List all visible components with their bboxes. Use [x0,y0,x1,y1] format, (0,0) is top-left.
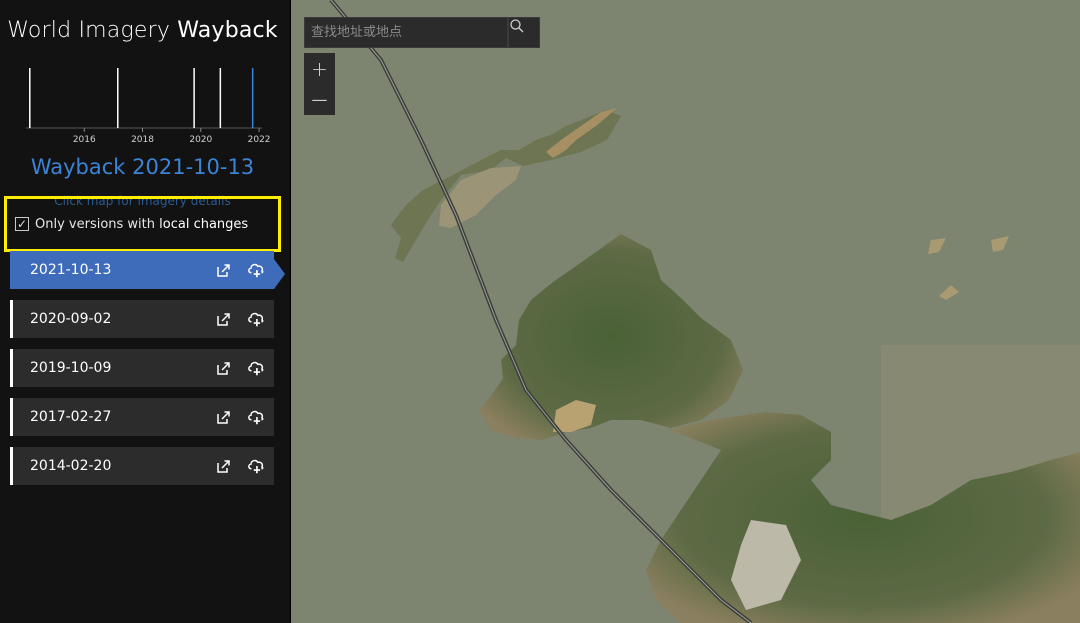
version-date: 2017-02-27 [30,409,112,425]
version-date: 2020-09-02 [30,311,112,327]
active-version-pointer [274,259,285,289]
add-to-download-icon[interactable] [246,358,266,378]
timeline-tick-label: 2016 [73,135,96,145]
version-date: 2019-10-09 [30,360,112,376]
version-item[interactable]: 2014-02-20 [10,447,274,485]
zoom-out-button[interactable]: — [304,84,335,115]
version-item[interactable]: 2017-02-27 [10,398,274,436]
local-changes-checkbox[interactable]: ✓ [15,217,29,231]
zoom-out-icon: — [311,90,328,109]
timeline-tick-label: 2022 [248,135,271,145]
search-box [304,17,508,48]
timeline-chart[interactable]: 2016 2018 2020 2022 [14,60,274,150]
share-icon[interactable] [214,309,234,329]
search-button[interactable] [508,17,540,48]
zoom-in-icon: + [311,56,328,81]
zoom-in-button[interactable]: + [304,53,335,84]
wayback-title: Wayback 2021-10-13 [30,155,255,179]
satellite-imagery [291,0,1080,623]
add-to-download-icon[interactable] [246,309,266,329]
release-timeline[interactable]: 2016 2018 2020 2022 [14,60,274,150]
app-title-bold: Wayback [177,18,278,43]
sidebar: World Imagery Wayback 2016 2018 2020 2022 W… [0,0,290,623]
share-icon[interactable] [214,358,234,378]
version-date: 2014-02-20 [30,458,112,474]
version-date: 2021-10-13 [30,262,112,278]
timeline-tick-label: 2018 [131,135,154,145]
share-icon[interactable] [214,456,234,476]
local-changes-label-b: local changes [159,216,249,232]
map-view[interactable]: + — [290,0,1080,623]
app-title: World Imagery Wayback [0,18,285,43]
timeline-tick-label: 2020 [189,135,212,145]
version-item[interactable]: 2021-10-13 [10,251,274,289]
search-input[interactable] [305,17,507,48]
share-icon[interactable] [214,260,234,280]
share-icon[interactable] [214,407,234,427]
app-title-light: World Imagery [7,18,171,43]
local-changes-toggle[interactable]: ✓ Only versions with local changes [4,196,281,252]
add-to-download-icon[interactable] [246,260,266,280]
search-icon [510,19,524,33]
add-to-download-icon[interactable] [246,407,266,427]
local-changes-label-a: Only versions with [35,216,156,232]
version-item[interactable]: 2020-09-02 [10,300,274,338]
add-to-download-icon[interactable] [246,456,266,476]
version-item[interactable]: 2019-10-09 [10,349,274,387]
